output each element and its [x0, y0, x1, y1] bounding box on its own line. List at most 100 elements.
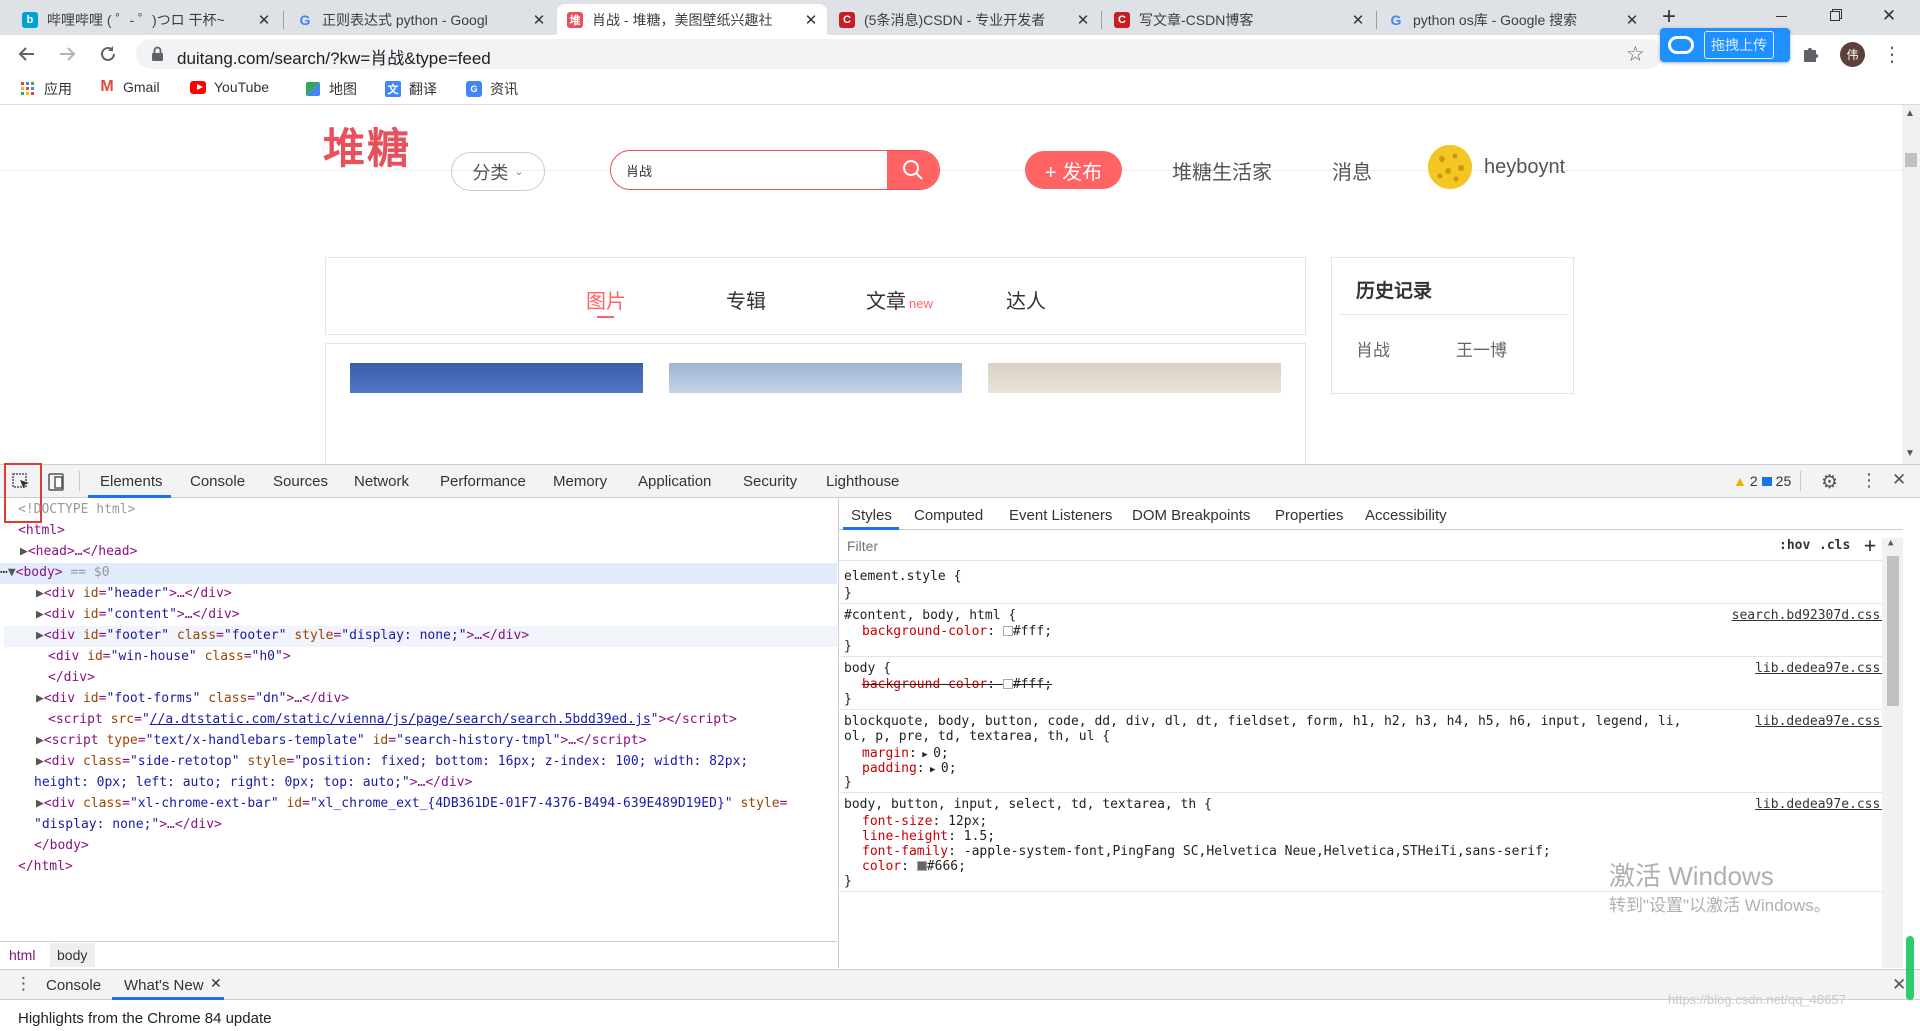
- nav-life-expert[interactable]: 堆糖生活家: [1172, 156, 1272, 185]
- scroll-down-icon[interactable]: ▼: [1905, 448, 1915, 459]
- html-node[interactable]: <html>: [18, 523, 65, 544]
- body-close-tag[interactable]: </body>: [34, 838, 89, 859]
- expand-triangle-icon[interactable]: ▶: [917, 750, 933, 760]
- hov-toggle[interactable]: :hov: [1779, 538, 1810, 553]
- expand-triangle-icon[interactable]: ▶: [20, 544, 28, 559]
- subtab-properties[interactable]: Properties: [1275, 507, 1343, 524]
- scroll-up-icon[interactable]: ▲: [1905, 108, 1915, 119]
- devtools-tab-elements[interactable]: Elements: [100, 473, 163, 490]
- devtools-tab-performance[interactable]: Performance: [440, 473, 526, 490]
- restore-button[interactable]: [1812, 0, 1858, 32]
- css-declaration[interactable]: background-color: #fff;: [862, 624, 1052, 644]
- div-foot-forms-node[interactable]: ▶<div id="foot-forms" class="dn">…</div>: [36, 691, 349, 712]
- html-close-tag[interactable]: </html>: [18, 859, 73, 880]
- head-node[interactable]: ▶<head>…</head>: [20, 544, 137, 565]
- profile-avatar[interactable]: 伟: [1840, 42, 1865, 67]
- rule-source-link[interactable]: search.bd92307d.css:1: [1732, 608, 1896, 623]
- browser-tab-python-os[interactable]: G python os库 - Google 搜索 ✕: [1378, 4, 1648, 35]
- body-node[interactable]: ⋯▼<body> == $0: [0, 565, 110, 586]
- close-window-button[interactable]: ✕: [1866, 0, 1912, 32]
- tab-images[interactable]: 图片: [586, 285, 626, 318]
- result-thumbnail[interactable]: [669, 363, 962, 393]
- close-icon[interactable]: ✕: [256, 11, 272, 29]
- rule-source-link[interactable]: lib.dedea97e.css:1: [1755, 661, 1896, 676]
- duitang-logo[interactable]: 堆糖: [323, 115, 411, 176]
- script-template-node[interactable]: ▶<script type="text/x-handlebars-templat…: [36, 733, 647, 754]
- page-scrollbar[interactable]: ▲ ▼: [1902, 105, 1920, 465]
- star-icon[interactable]: ☆: [1626, 42, 1645, 67]
- devtools-menu-icon[interactable]: ⋮: [1860, 470, 1878, 491]
- subtab-dom-breakpoints[interactable]: DOM Breakpoints: [1132, 507, 1250, 524]
- scroll-thumb[interactable]: [1887, 556, 1899, 706]
- history-item[interactable]: 肖战: [1356, 336, 1390, 361]
- site-search-input[interactable]: [611, 151, 888, 189]
- expand-triangle-icon[interactable]: ▶: [36, 754, 44, 769]
- more-icon[interactable]: ⋯: [0, 565, 8, 580]
- scroll-thumb[interactable]: [1905, 153, 1917, 167]
- user-avatar[interactable]: [1428, 145, 1472, 189]
- bookmark-maps[interactable]: 地图: [305, 79, 357, 99]
- device-toggle-icon[interactable]: [46, 472, 66, 492]
- script-src-node[interactable]: <script src="//a.dtstatic.com/static/vie…: [48, 712, 737, 733]
- tab-albums[interactable]: 专辑: [726, 285, 766, 314]
- bookmark-apps[interactable]: 应用: [20, 79, 72, 99]
- styles-filter-input[interactable]: [843, 535, 1763, 557]
- close-icon[interactable]: ✕: [210, 975, 222, 992]
- collapse-triangle-icon[interactable]: ▼: [8, 565, 16, 580]
- devtools-tab-network[interactable]: Network: [354, 473, 409, 490]
- bookmark-translate[interactable]: 文 翻译: [385, 79, 437, 99]
- issues-counter[interactable]: ▲ 2 25: [1733, 473, 1791, 489]
- bookmark-gmail[interactable]: M Gmail: [99, 78, 159, 95]
- styles-scrollbar[interactable]: ▲: [1882, 538, 1903, 968]
- div-content-node[interactable]: ▶<div id="content">…</div>: [36, 607, 240, 628]
- devtools-tab-memory[interactable]: Memory: [553, 473, 607, 490]
- div-win-house-node[interactable]: <div id="win-house" class="h0">: [48, 649, 291, 670]
- expand-triangle-icon[interactable]: ▶: [36, 607, 44, 622]
- script-link[interactable]: //a.dtstatic.com/static/vienna/js/page/s…: [150, 712, 651, 727]
- subtab-styles[interactable]: Styles: [851, 507, 892, 524]
- address-bar[interactable]: duitang.com/search/?kw=肖战&type=feed ☆: [136, 39, 1663, 69]
- browser-tab-regex-search[interactable]: G 正则表达式 python - Googl ✕: [287, 4, 555, 35]
- new-tab-button[interactable]: +: [1657, 5, 1681, 30]
- css-declaration[interactable]: padding: ▶ 0;: [862, 761, 957, 781]
- subtab-event-listeners[interactable]: Event Listeners: [1009, 507, 1112, 524]
- drawer-tab-whats-new[interactable]: What's New: [124, 977, 204, 994]
- back-button[interactable]: [13, 40, 41, 68]
- expand-triangle-icon[interactable]: ▶: [36, 796, 44, 811]
- element-style-selector[interactable]: element.style {: [844, 569, 961, 589]
- subtab-accessibility[interactable]: Accessibility: [1365, 507, 1447, 524]
- div-header-node[interactable]: ▶<div id="header">…</div>: [36, 586, 232, 607]
- inspect-element-icon[interactable]: [11, 472, 31, 492]
- div-close-tag[interactable]: </div>: [48, 670, 95, 691]
- doctype-node[interactable]: <!DOCTYPE html>: [18, 502, 135, 523]
- devtools-tab-security[interactable]: Security: [743, 473, 797, 490]
- browser-tab-bilibili[interactable]: b 哔哩哔哩 ( ゜- ゜)つロ 干杯~ ✕: [12, 4, 280, 35]
- subtab-computed[interactable]: Computed: [914, 507, 983, 524]
- div-chrome-ext-node-cont[interactable]: "display: none;">…</div>: [34, 817, 222, 838]
- div-footer-node[interactable]: ▶<div id="footer" class="footer" style="…: [36, 628, 529, 649]
- reload-button[interactable]: [94, 40, 122, 68]
- publish-button[interactable]: + 发布: [1025, 151, 1122, 189]
- div-chrome-ext-node[interactable]: ▶<div class="xl-chrome-ext-bar" id="xl_c…: [36, 796, 787, 817]
- devtools-tab-sources[interactable]: Sources: [273, 473, 328, 490]
- add-rule-icon[interactable]: +: [1864, 533, 1876, 557]
- expand-triangle-icon[interactable]: ▶: [36, 586, 44, 601]
- rule-source-link[interactable]: lib.dedea97e.css:1: [1755, 714, 1896, 729]
- css-declaration-overridden[interactable]: background-color: #fff;: [862, 677, 1052, 697]
- scroll-up-icon[interactable]: ▲: [1888, 538, 1893, 548]
- css-declaration[interactable]: color: #666;: [862, 859, 966, 879]
- div-retotop-node-cont[interactable]: height: 0px; left: auto; right: 0px; top…: [34, 775, 472, 796]
- tab-articles[interactable]: 文章 new: [866, 285, 933, 314]
- devtools-tab-application[interactable]: Application: [638, 473, 711, 490]
- close-icon[interactable]: ✕: [1075, 11, 1091, 29]
- rule-source-link[interactable]: lib.dedea97e.css:1: [1755, 797, 1896, 812]
- menu-kebab-icon[interactable]: ⋮: [1882, 42, 1902, 66]
- username-link[interactable]: heyboynt: [1484, 156, 1565, 179]
- close-icon[interactable]: ✕: [1350, 11, 1366, 29]
- breadcrumb-body[interactable]: body: [57, 947, 87, 963]
- breadcrumb-html[interactable]: html: [9, 947, 35, 963]
- expand-triangle-icon[interactable]: ▶: [36, 733, 44, 748]
- color-swatch-icon[interactable]: [916, 861, 927, 871]
- drawer-tab-console[interactable]: Console: [46, 977, 101, 994]
- div-retotop-node[interactable]: ▶<div class="side-retotop" style="positi…: [36, 754, 748, 775]
